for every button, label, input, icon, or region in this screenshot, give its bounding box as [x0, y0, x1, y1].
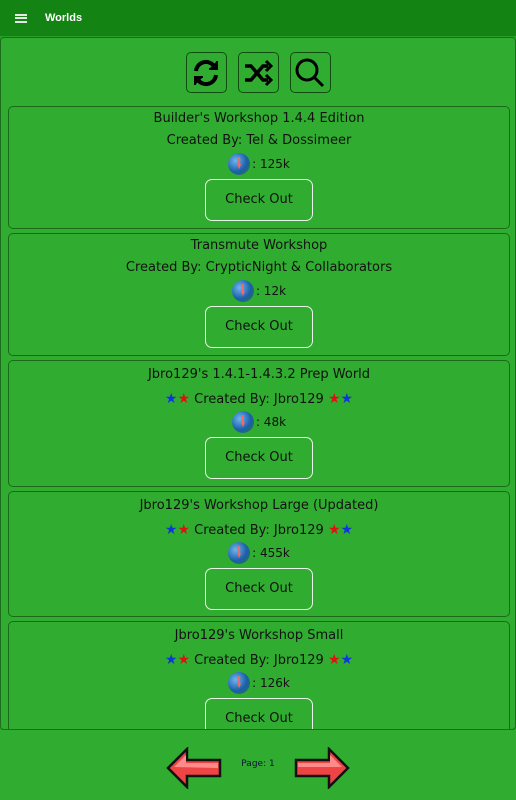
download-count: : 125k — [252, 157, 290, 171]
world-name: Transmute Workshop — [190, 238, 328, 253]
page-indicator: Page: 1 — [241, 759, 275, 769]
hamburger-menu-icon[interactable] — [15, 13, 27, 23]
star-icons: ★★ — [164, 652, 191, 668]
world-creator: Created By: CrypticNight & Collaborators — [125, 260, 393, 275]
star-icons: ★★ — [327, 652, 354, 668]
download-globe-icon — [228, 542, 251, 564]
download-globe-icon — [228, 672, 251, 694]
download-count: : 12k — [255, 284, 287, 298]
world-name: Jbro129's 1.4.1-1.4.3.2 Prep World — [147, 367, 371, 382]
world-card: Jbro129's Workshop Large (Updated) ★★ Cr… — [8, 491, 510, 617]
refresh-button[interactable] — [185, 52, 227, 93]
check-out-button[interactable]: Check Out — [205, 568, 313, 610]
world-creator: Created By: Jbro129 — [194, 653, 324, 668]
world-name: Jbro129's Workshop Large (Updated) — [139, 498, 379, 513]
world-card: Jbro129's Workshop Small ★★ Created By: … — [8, 621, 510, 729]
app-bar: Worlds — [0, 0, 516, 36]
download-globe-icon — [231, 280, 254, 302]
world-card: Builder's Workshop 1.4.4 Edition Created… — [8, 106, 510, 229]
page-title: Worlds — [45, 12, 83, 24]
shuffle-icon — [245, 59, 274, 86]
world-creator: Created By: Jbro129 — [194, 523, 324, 538]
world-card: Jbro129's 1.4.1-1.4.3.2 Prep World ★★ Cr… — [8, 360, 510, 487]
search-button[interactable] — [289, 52, 331, 93]
download-globe-icon — [228, 153, 251, 175]
download-globe-icon — [231, 411, 254, 433]
check-out-button[interactable]: Check Out — [205, 698, 313, 729]
check-out-button[interactable]: Check Out — [205, 437, 313, 479]
star-icons: ★★ — [164, 391, 191, 407]
world-name: Jbro129's Workshop Small — [174, 628, 344, 643]
check-out-button[interactable]: Check Out — [205, 306, 313, 348]
shuffle-button[interactable] — [237, 52, 279, 93]
star-icons: ★★ — [327, 522, 354, 538]
star-icons: ★★ — [164, 522, 191, 538]
refresh-icon — [194, 59, 218, 86]
check-out-button[interactable]: Check Out — [205, 179, 313, 221]
worlds-list[interactable]: Builder's Workshop 1.4.4 Edition Created… — [0, 37, 516, 730]
download-count: : 455k — [252, 546, 290, 560]
download-count: : 48k — [255, 415, 287, 429]
world-creator: Created By: Tel & Dossimeer — [166, 133, 352, 148]
search-icon — [295, 58, 325, 87]
star-icons: ★★ — [327, 391, 354, 407]
world-creator: Created By: Jbro129 — [194, 392, 324, 407]
download-count: : 126k — [252, 676, 290, 690]
toolbar — [1, 52, 515, 93]
pagination-bar: Page: 1 — [0, 730, 516, 800]
world-card: Transmute Workshop Created By: CrypticNi… — [8, 233, 510, 356]
next-page-arrow-icon[interactable] — [293, 747, 350, 789]
world-name: Builder's Workshop 1.4.4 Edition — [153, 111, 365, 126]
